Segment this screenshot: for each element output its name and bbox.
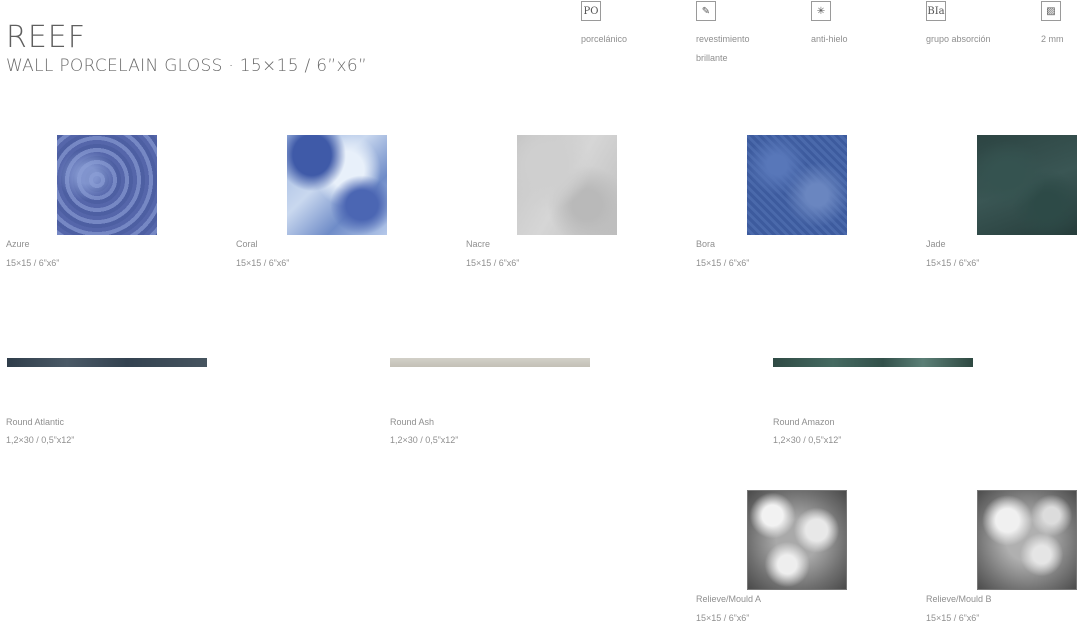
thickness-icon: ▨ bbox=[1041, 1, 1061, 21]
mould-size: 15×15 / 6”x6” bbox=[926, 613, 980, 623]
feature-frost: ✳ anti-hielo bbox=[811, 0, 921, 49]
mould-a-swatch bbox=[747, 490, 847, 590]
strip-round-ash-swatch bbox=[390, 358, 590, 367]
mould-b-swatch bbox=[977, 490, 1077, 590]
tile-size: 15×15 / 6”x6” bbox=[696, 258, 750, 268]
feature-absorption: BIa grupo absorción bbox=[926, 0, 1036, 49]
frost-icon: ✳ bbox=[811, 1, 831, 21]
mould-size: 15×15 / 6”x6” bbox=[696, 613, 750, 623]
feature-porcelain: PO porcelánico bbox=[581, 0, 691, 49]
tile-azure-swatch bbox=[57, 135, 157, 235]
strip-name: Round Atlantic bbox=[6, 417, 65, 427]
mould-name: Relieve/Mould A bbox=[696, 594, 762, 604]
tile-size: 15×15 / 6”x6” bbox=[236, 258, 290, 268]
feature-gloss-wall: ✎ revestimiento brillante bbox=[696, 0, 776, 68]
tile-name: Jade bbox=[926, 239, 946, 249]
tile-size: 15×15 / 6”x6” bbox=[466, 258, 520, 268]
tile-size: 15×15 / 6”x6” bbox=[6, 258, 60, 268]
collection-title: REEF bbox=[6, 20, 87, 55]
feature-label: porcelánico bbox=[581, 34, 628, 44]
strip-round-amazon-swatch bbox=[773, 358, 973, 367]
strip-name: Round Amazon bbox=[773, 417, 835, 427]
gloss-wall-icon: ✎ bbox=[696, 1, 716, 21]
tile-name: Coral bbox=[236, 239, 258, 249]
feature-label: revestimiento brillante bbox=[696, 34, 750, 63]
tile-jade-swatch bbox=[977, 135, 1077, 235]
strip-round-atlantic-swatch bbox=[7, 358, 207, 367]
mould-name: Relieve/Mould B bbox=[926, 594, 992, 604]
tile-nacre-swatch bbox=[517, 135, 617, 235]
feature-label: grupo absorción bbox=[926, 34, 991, 44]
strip-size: 1,2×30 / 0,5”x12” bbox=[6, 435, 75, 445]
feature-label: 2 mm bbox=[1041, 34, 1064, 44]
absorption-icon: BIa bbox=[926, 1, 946, 21]
tile-size: 15×15 / 6”x6” bbox=[926, 258, 980, 268]
tile-name: Bora bbox=[696, 239, 716, 249]
feature-thickness: ▨ 2 mm bbox=[1041, 0, 1086, 49]
strip-size: 1,2×30 / 0,5”x12” bbox=[773, 435, 842, 445]
porcelain-icon: PO bbox=[581, 1, 601, 21]
tile-name: Azure bbox=[6, 239, 30, 249]
collection-subtitle: WALL PORCELAIN GLOSS · 15×15 / 6”x6” bbox=[6, 56, 368, 76]
tile-coral-swatch bbox=[287, 135, 387, 235]
strip-name: Round Ash bbox=[390, 417, 435, 427]
tile-name: Nacre bbox=[466, 239, 491, 249]
tile-bora-swatch bbox=[747, 135, 847, 235]
strip-size: 1,2×30 / 0,5”x12” bbox=[390, 435, 459, 445]
feature-label: anti-hielo bbox=[811, 34, 848, 44]
